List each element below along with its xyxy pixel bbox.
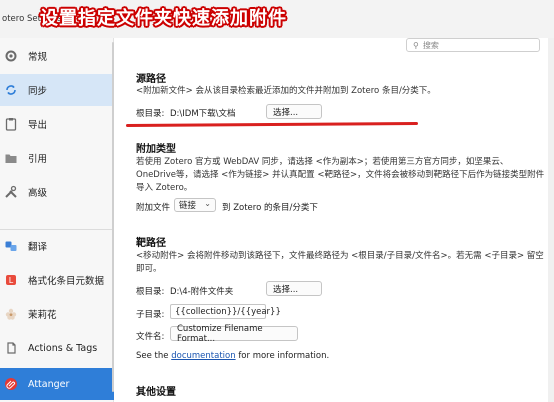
target-root-label: 根目录: [136,287,165,297]
actions-icon [0,337,22,359]
target-path-description: <移动附件> 会将附件移动到该路径下，文件最终路径为 <根目录/子目录/文件名>… [136,251,544,274]
sidebar-item-label: 导出 [28,120,48,131]
attach-type-selected: 链接 [179,201,197,211]
sidebar-item-cite[interactable]: 引用 [0,142,114,174]
sidebar-item-jasmine[interactable]: 茉莉花 [0,298,114,330]
translate-icon [0,235,22,257]
attach-type-description: 若使用 Zotero 官方或 WebDAV 同步，请选择 <作为副本>；若使用第… [136,157,545,193]
documentation-link[interactable]: documentation [171,351,235,361]
sidebar-item-label: 翻译 [28,242,48,253]
subdir-label: 子目录: [136,310,165,320]
settings-main-panel: ⚲ 搜索 源路径 <附加新文件> 会从该目录检索最近添加的文件并附加到 Zote… [118,38,554,402]
see-docs-line: See the documentation for more informati… [136,351,329,361]
paperclip-icon [0,373,22,395]
sidebar-item-label: 茉莉花 [28,310,57,321]
sidebar-item-general[interactable]: 常规 [0,40,114,72]
source-path-description: <附加新文件> 会从该目录检索最近添加的文件并附加到 Zotero 条目/分类下… [136,86,436,96]
sidebar-scrollbar[interactable] [112,42,114,392]
sidebar-item-translate[interactable]: 翻译 [0,230,114,262]
attach-type-select[interactable]: 链接 ⌄ [174,198,216,212]
attach-file-label: 附加文件 [136,203,171,213]
sidebar-item-advanced[interactable]: 高级 [0,176,114,208]
see-docs-prefix: See the [136,351,169,361]
filename-label: 文件名: [136,332,165,342]
search-icon: ⚲ [413,40,419,50]
target-path-heading: 靶路径 [136,238,166,249]
customize-filename-button[interactable]: Customize Filename Format... [170,324,298,344]
target-choose-button[interactable]: 选择... [266,281,322,296]
subdir-input[interactable]: {{collection}}/{{year}} [170,304,281,319]
sidebar-item-sync[interactable]: 同步 [0,74,114,106]
sidebar-item-label: 格式化条目元数据 [28,276,105,287]
sidebar-item-label: 同步 [28,86,48,97]
source-root-label: 根目录: [136,109,165,119]
source-choose-button[interactable]: 选择... [266,104,322,119]
folder-icon [0,147,22,169]
search-input[interactable]: ⚲ 搜索 [406,38,540,52]
sync-icon [0,79,22,101]
sidebar-item-label: 常规 [28,52,48,63]
source-root-value: D:\IDM下载\文档 [170,109,236,119]
attach-suffix: 到 Zotero 的条目/分类下 [222,203,318,213]
chevron-down-icon: ⌄ [204,199,211,208]
settings-sidebar: 常规 同步 导出 引用 高级 翻译 L 格式化条目元数据 茉莉花 Actions… [0,38,114,402]
search-placeholder: 搜索 [422,40,439,50]
jasmine-icon [0,303,22,325]
sidebar-item-metadata[interactable]: L 格式化条目元数据 [0,264,114,296]
sidebar-item-label: 高级 [28,188,48,199]
overlay-caption: 设置指定文件夹快速添加附件 [40,8,287,29]
sidebar-item-label: 引用 [28,154,48,165]
tools-icon [0,181,22,203]
sidebar-item-export[interactable]: 导出 [0,108,114,140]
other-settings-heading: 其他设置 [136,387,176,398]
target-root-value: D:\4-附件文件夹 [170,287,234,297]
sidebar-item-attanger[interactable]: Attanger [0,368,114,400]
clipboard-icon [0,113,22,135]
window-right-edge [548,38,554,402]
sidebar-item-label: Actions & Tags [28,342,98,354]
see-docs-suffix: for more information. [238,351,330,361]
source-path-heading: 源路径 [136,74,166,85]
sidebar-item-label: Attanger [28,378,70,390]
sidebar-item-actions-tags[interactable]: Actions & Tags [0,332,114,364]
red-underline-annotation [125,121,419,128]
attach-type-heading: 附加类型 [136,144,176,155]
gear-icon [0,45,22,67]
svg-text:L: L [9,276,14,285]
metadata-icon: L [0,269,22,291]
